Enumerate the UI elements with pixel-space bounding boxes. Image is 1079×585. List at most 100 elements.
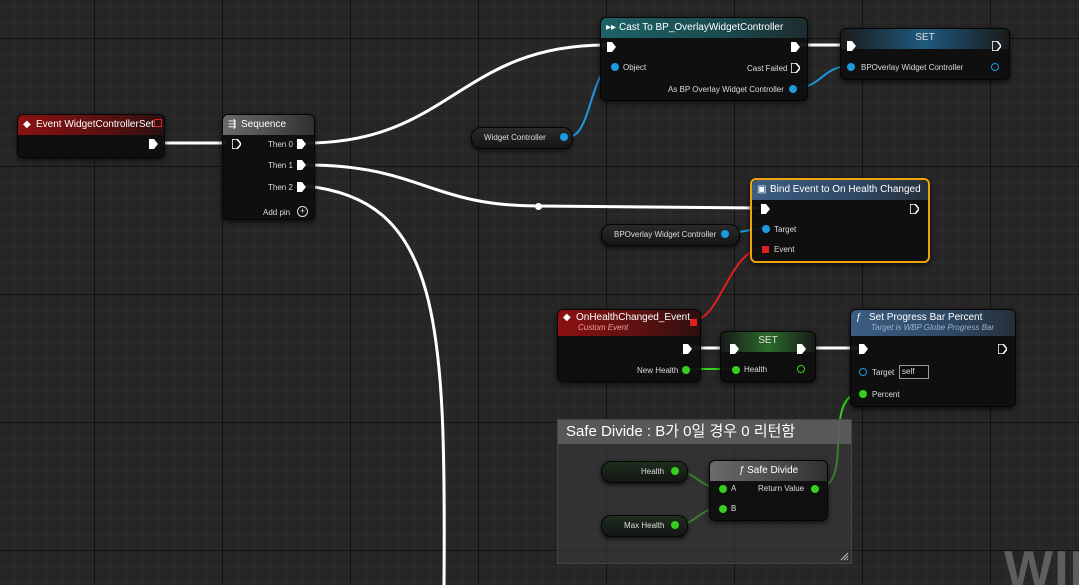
set-top-exec-out-pin[interactable] — [992, 41, 1001, 51]
set-health-value-label: Health — [744, 365, 768, 374]
widget-controller-variable[interactable]: Widget Controller — [471, 127, 573, 149]
safe-divide-a-pin[interactable] — [719, 485, 727, 493]
safe-divide-return-pin[interactable] — [811, 485, 819, 493]
reroute-knot[interactable] — [535, 203, 542, 210]
cast-failed-pin[interactable] — [791, 63, 800, 73]
sequence-node-title: Sequence — [241, 119, 287, 130]
set-progress-exec-in-pin[interactable] — [859, 344, 868, 354]
safe-divide-title: Safe Divide — [747, 465, 799, 476]
bind-exec-out-pin[interactable] — [910, 204, 919, 214]
on-health-changed-header[interactable]: ◆ OnHealthChanged_Event Custom Event — [558, 310, 700, 336]
set-progress-exec-out-pin[interactable] — [998, 344, 1007, 354]
event-widget-controller-set-node[interactable]: ◆ Event WidgetControllerSet — [17, 114, 165, 158]
on-health-changed-exec-out-pin[interactable] — [683, 344, 692, 354]
sequence-then2-pin[interactable] — [297, 182, 306, 192]
sequence-node[interactable]: ⇶ Sequence Then 0 Then 1 Then 2 Add pin … — [222, 114, 315, 220]
safe-divide-a-label: A — [731, 484, 737, 493]
resize-handle-icon[interactable] — [840, 552, 849, 561]
bind-event-label: Event — [774, 245, 795, 254]
cast-exec-in-pin[interactable] — [607, 42, 616, 52]
safe-divide-node[interactable]: ƒ Safe Divide A B Return Value — [709, 460, 828, 521]
set-top-exec-in-pin[interactable] — [847, 41, 856, 51]
set-top-output-pin[interactable] — [991, 63, 999, 71]
sequence-then0-label: Then 0 — [268, 140, 293, 149]
cast-object-label: Object — [623, 63, 647, 72]
health-variable[interactable]: Health — [601, 461, 688, 483]
on-health-changed-event-node[interactable]: ◆ OnHealthChanged_Event Custom Event New… — [557, 309, 701, 382]
set-top-value-pin[interactable] — [847, 63, 855, 71]
function-icon: ƒ — [738, 465, 748, 476]
sequence-then0-pin[interactable] — [297, 139, 306, 149]
on-health-changed-title: OnHealthChanged_Event — [576, 312, 690, 323]
cast-node-header[interactable]: ▸▸ Cast To BP_OverlayWidgetController — [601, 18, 807, 38]
bind-exec-in-pin[interactable] — [761, 204, 770, 214]
sequence-exec-in-pin[interactable] — [232, 139, 241, 149]
widget-controller-variable-label: Widget Controller — [484, 133, 546, 142]
event-node-header[interactable]: ◆ Event WidgetControllerSet — [18, 115, 164, 135]
cast-failed-label: Cast Failed — [747, 64, 788, 73]
sequence-then1-label: Then 1 — [268, 161, 293, 170]
bind-event-on-health-changed-node[interactable]: ▣ Bind Event to On Health Changed Target… — [750, 178, 930, 263]
safe-divide-return-label: Return Value — [758, 484, 805, 493]
safe-divide-comment-title[interactable]: Safe Divide : B가 0일 경우 0 리턴함 — [558, 420, 851, 444]
cast-as-output-pin[interactable] — [789, 85, 797, 93]
exec-wire-then2-down — [305, 184, 446, 585]
set-progress-header[interactable]: ƒ Set Progress Bar Percent Target is WBP… — [851, 310, 1015, 336]
set-health-output-pin[interactable] — [797, 365, 805, 373]
cast-node-title: Cast To BP_OverlayWidgetController — [619, 22, 784, 33]
sequence-then2-label: Then 2 — [268, 183, 293, 192]
graph-watermark: WII — [1004, 541, 1079, 585]
health-variable-pin[interactable] — [671, 467, 679, 475]
blueprint-graph-canvas[interactable]: ◆ Event WidgetControllerSet ⇶ Sequence T… — [0, 0, 1079, 585]
safe-divide-b-label: B — [731, 504, 737, 513]
new-health-pin[interactable] — [682, 366, 690, 374]
set-top-header[interactable]: SET — [841, 29, 1009, 49]
exec-wire-then1-to-bind — [305, 163, 759, 210]
sequence-icon: ⇶ — [228, 119, 237, 130]
safe-divide-b-pin[interactable] — [719, 505, 727, 513]
set-progress-target-pin[interactable] — [859, 368, 867, 376]
set-progress-title: Set Progress Bar Percent — [869, 312, 983, 323]
safe-divide-header[interactable]: ƒ Safe Divide — [710, 461, 827, 481]
set-progress-target-field[interactable]: self — [899, 365, 929, 379]
bind-event-pin[interactable] — [762, 246, 769, 253]
sequence-then1-pin[interactable] — [297, 160, 306, 170]
max-health-variable-label: Max Health — [624, 521, 665, 530]
new-health-label: New Health — [637, 366, 679, 375]
set-health-value-pin[interactable] — [732, 366, 740, 374]
set-bp-overlay-widget-controller-node[interactable]: SET BPOverlay Widget Controller — [840, 28, 1010, 80]
max-health-variable[interactable]: Max Health — [601, 515, 688, 537]
on-health-changed-delegate-pin[interactable] — [690, 319, 697, 326]
set-health-node[interactable]: SET Health — [720, 331, 816, 382]
sequence-node-header[interactable]: ⇶ Sequence — [223, 115, 314, 135]
bind-event-node-title: Bind Event to On Health Changed — [770, 184, 921, 195]
sequence-add-pin-label[interactable]: Add pin — [263, 208, 290, 217]
bind-event-node-header[interactable]: ▣ Bind Event to On Health Changed — [752, 180, 928, 200]
widget-controller-variable-pin[interactable] — [560, 133, 568, 141]
set-top-value-label: BPOverlay Widget Controller — [861, 63, 964, 72]
set-progress-percent-label: Percent — [872, 390, 900, 399]
set-health-exec-out-pin[interactable] — [797, 344, 806, 354]
function-icon: ƒ — [856, 312, 862, 323]
set-top-title: SET — [915, 32, 935, 43]
max-health-variable-pin[interactable] — [671, 521, 679, 529]
set-health-exec-in-pin[interactable] — [730, 344, 739, 354]
cast-exec-out-pin[interactable] — [791, 42, 800, 52]
bp-overlay-widget-controller-variable[interactable]: BPOverlay Widget Controller — [601, 224, 740, 246]
bind-target-label: Target — [774, 225, 797, 234]
plus-circle-icon[interactable]: + — [297, 206, 308, 217]
set-progress-bar-percent-node[interactable]: ƒ Set Progress Bar Percent Target is WBP… — [850, 309, 1016, 407]
bind-target-pin[interactable] — [762, 225, 770, 233]
wires-layer — [163, 43, 863, 585]
exec-out-pin[interactable] — [149, 139, 158, 149]
diamond-icon: ◆ — [23, 119, 31, 130]
bp-overlay-variable-pin[interactable] — [721, 230, 729, 238]
health-variable-label: Health — [641, 467, 665, 476]
set-progress-subtitle: Target is WBP Globe Progress Bar — [871, 323, 995, 332]
cast-to-bp-overlay-widget-controller-node[interactable]: ▸▸ Cast To BP_OverlayWidgetController Ob… — [600, 17, 808, 101]
delegate-out-pin[interactable] — [154, 119, 162, 127]
set-progress-percent-pin[interactable] — [859, 390, 867, 398]
cast-object-pin[interactable] — [611, 63, 619, 71]
set-health-title: SET — [758, 335, 778, 346]
set-progress-target-label: Target — [872, 368, 895, 377]
